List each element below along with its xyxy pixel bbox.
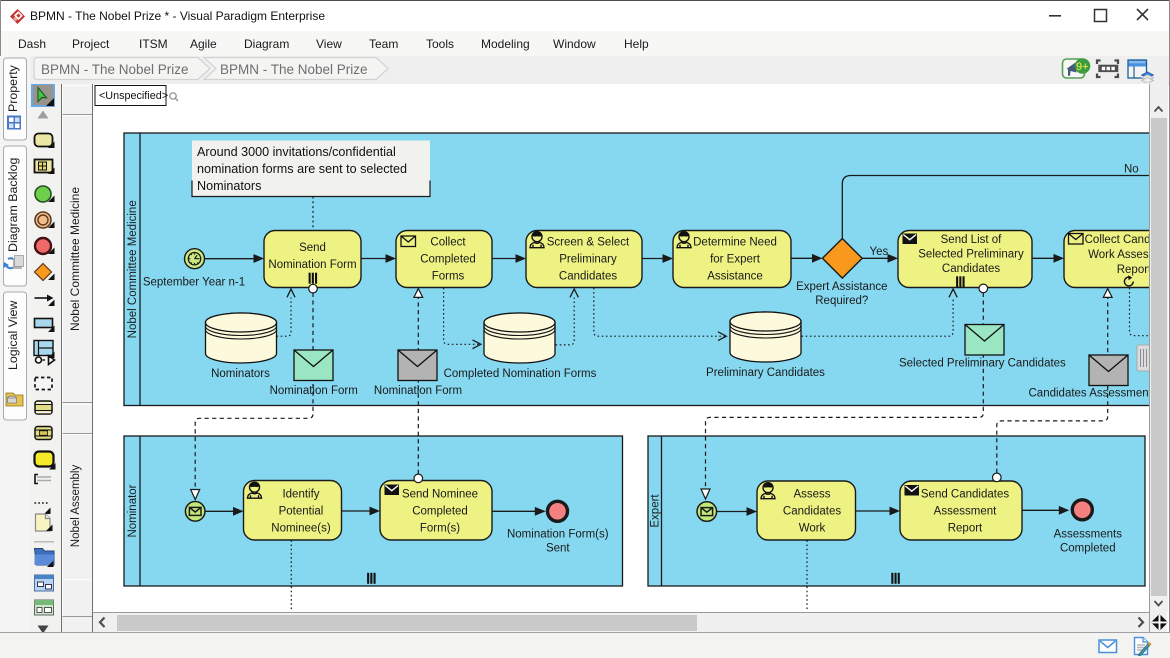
svg-text:Completed Nomination Forms: Completed Nomination Forms bbox=[444, 368, 597, 380]
svg-text:Candidates: Candidates bbox=[559, 271, 617, 283]
svg-text:Send: Send bbox=[299, 242, 326, 254]
svg-text:Assessment: Assessment bbox=[934, 506, 997, 518]
svg-text:Nominator: Nominator bbox=[127, 484, 139, 537]
svg-text:Send List of: Send List of bbox=[941, 234, 1003, 246]
svg-text:Screen & Select: Screen & Select bbox=[547, 237, 630, 249]
svg-text:nomination forms are sent to s: nomination forms are sent to selected bbox=[197, 162, 407, 176]
svg-text:Assess: Assess bbox=[793, 489, 830, 501]
svg-text:Candidates: Candidates bbox=[783, 506, 841, 518]
svg-text:<Unspecified>: <Unspecified> bbox=[99, 90, 168, 102]
svg-text:Send Nominee: Send Nominee bbox=[402, 489, 478, 501]
svg-text:Forms: Forms bbox=[432, 271, 465, 283]
svg-text:Potential: Potential bbox=[279, 506, 324, 518]
svg-text:Work Assessment: Work Assessment bbox=[1088, 249, 1149, 261]
svg-text:Completed: Completed bbox=[420, 254, 476, 266]
svg-text:9+: 9+ bbox=[1076, 61, 1089, 73]
svg-text:Nomination Form: Nomination Form bbox=[374, 385, 462, 397]
svg-text:Property: Property bbox=[6, 64, 20, 112]
svg-text:Required?: Required? bbox=[815, 295, 868, 307]
svg-text:September Year n-1: September Year n-1 bbox=[143, 277, 245, 289]
svg-text:Identify: Identify bbox=[282, 489, 319, 501]
svg-text:Nominators: Nominators bbox=[197, 179, 261, 193]
svg-text:Around 3000 invitations/confid: Around 3000 invitations/confidential bbox=[197, 145, 396, 159]
svg-text:Yes: Yes bbox=[870, 246, 889, 258]
svg-text:Selected Preliminary: Selected Preliminary bbox=[918, 249, 1024, 261]
svg-text:Report: Report bbox=[948, 523, 983, 535]
svg-text:for Expert: for Expert bbox=[710, 254, 761, 266]
svg-text:Nobel Committee Medicine: Nobel Committee Medicine bbox=[68, 187, 82, 331]
svg-text:Diagram Backlog: Diagram Backlog bbox=[6, 158, 20, 252]
svg-text:Nominee(s): Nominee(s) bbox=[271, 523, 331, 535]
svg-text:Preliminary: Preliminary bbox=[559, 254, 617, 266]
svg-text:Logical View: Logical View bbox=[6, 301, 20, 370]
svg-text:Expert Assistance: Expert Assistance bbox=[796, 281, 887, 293]
svg-text:Expert: Expert bbox=[650, 494, 662, 528]
svg-text:Determine Need: Determine Need bbox=[693, 237, 777, 249]
svg-text:Sent: Sent bbox=[546, 543, 570, 555]
svg-text:Collect Candidates': Collect Candidates' bbox=[1085, 234, 1149, 246]
svg-text:Selected Preliminary Candidate: Selected Preliminary Candidates bbox=[899, 358, 1066, 370]
svg-text:Nobel Committee Medicine: Nobel Committee Medicine bbox=[127, 200, 139, 338]
svg-text:Assessments: Assessments bbox=[1054, 529, 1123, 541]
svg-text:Completed: Completed bbox=[412, 506, 468, 518]
svg-text:Preliminary Candidates: Preliminary Candidates bbox=[706, 367, 825, 379]
svg-text:Send Candidates: Send Candidates bbox=[921, 489, 1009, 501]
svg-text:Nominators: Nominators bbox=[211, 368, 270, 380]
svg-text:Form(s): Form(s) bbox=[420, 523, 460, 535]
svg-text:Report: Report bbox=[1117, 264, 1149, 276]
svg-text:Nomination Form: Nomination Form bbox=[270, 385, 358, 397]
svg-text:Work: Work bbox=[799, 523, 826, 535]
svg-text:No: No bbox=[1124, 164, 1139, 176]
svg-text:Collect: Collect bbox=[430, 237, 466, 249]
svg-text:Candidates Assessment Report: Candidates Assessment Report bbox=[1029, 388, 1150, 400]
svg-text:Assistance: Assistance bbox=[707, 271, 763, 283]
svg-text:Nomination Form(s): Nomination Form(s) bbox=[507, 529, 609, 541]
svg-text:Candidates: Candidates bbox=[942, 263, 1000, 275]
svg-text:Completed: Completed bbox=[1060, 543, 1116, 555]
svg-text:Nomination Form: Nomination Form bbox=[268, 259, 356, 271]
svg-text:Nobel Assembly: Nobel Assembly bbox=[70, 465, 82, 548]
